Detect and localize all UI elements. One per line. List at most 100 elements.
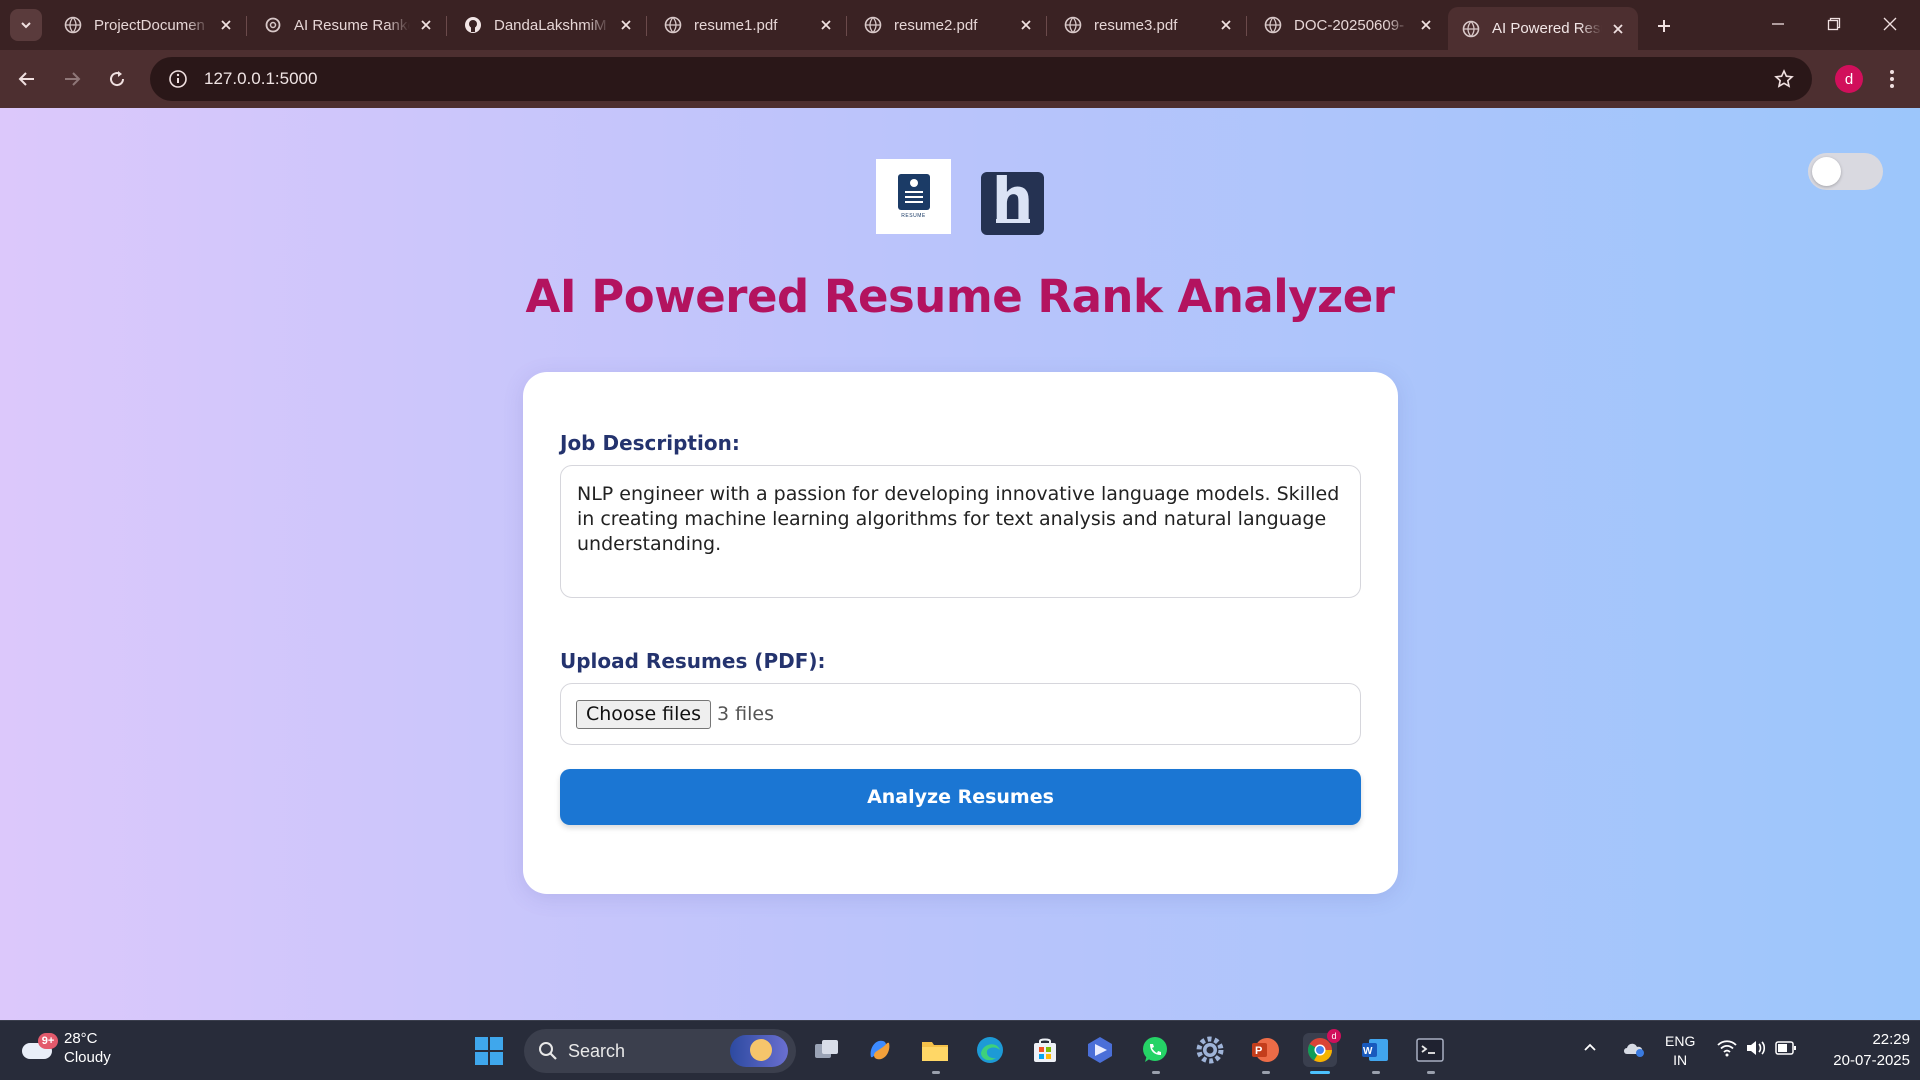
running-indicator: [932, 1071, 940, 1074]
site-info-icon[interactable]: [158, 57, 198, 101]
reload-button[interactable]: [101, 63, 133, 95]
region-code: IN: [1673, 1052, 1688, 1068]
tab-resume2[interactable]: resume2.pdf: [850, 7, 1046, 43]
globe-icon: [664, 16, 682, 34]
close-icon[interactable]: [1608, 19, 1628, 39]
running-indicator: [1372, 1071, 1380, 1074]
close-icon[interactable]: [216, 15, 236, 35]
job-description-textarea[interactable]: NLP engineer with a passion for developi…: [560, 465, 1361, 598]
chevron-down-icon: [21, 22, 31, 29]
svg-text:W: W: [1363, 1046, 1373, 1057]
theme-toggle[interactable]: [1808, 153, 1883, 190]
tab-title: resume1.pdf: [694, 16, 778, 34]
chrome-icon[interactable]: d: [1303, 1029, 1341, 1067]
whatsapp-icon[interactable]: [1138, 1033, 1172, 1067]
copilot-icon[interactable]: [863, 1033, 897, 1067]
language-indicator[interactable]: ENG IN: [1665, 1032, 1695, 1070]
choose-files-button[interactable]: Choose files: [576, 699, 712, 729]
task-view-icon[interactable]: [810, 1033, 844, 1067]
tab-project-documentation[interactable]: ProjectDocumen: [50, 7, 246, 43]
browser-menu-button[interactable]: [1880, 63, 1904, 95]
tab-github[interactable]: DandaLakshmiM: [450, 7, 646, 43]
edge-icon[interactable]: [973, 1033, 1007, 1067]
minimize-button[interactable]: [1750, 0, 1806, 48]
selected-files-status: 3 files: [717, 703, 774, 725]
terminal-icon[interactable]: [1413, 1033, 1447, 1067]
tab-title: AI Powered Resu: [1492, 20, 1602, 37]
tab-resume3[interactable]: resume3.pdf: [1050, 7, 1246, 43]
tab-search-button[interactable]: [10, 9, 42, 41]
powerpoint-icon[interactable]: P: [1248, 1033, 1282, 1067]
tab-doc[interactable]: DOC-20250609-: [1250, 7, 1446, 43]
globe-icon: [864, 16, 882, 34]
volume-icon[interactable]: [1745, 1039, 1767, 1060]
running-indicator: [1262, 1071, 1270, 1074]
wifi-icon[interactable]: [1716, 1039, 1738, 1060]
battery-icon[interactable]: [1775, 1040, 1797, 1059]
close-icon[interactable]: [416, 15, 436, 35]
tab-separator: [1046, 16, 1047, 36]
resume-file-input[interactable]: Choose files 3 files: [560, 683, 1361, 745]
running-indicator: [1152, 1071, 1160, 1074]
search-label: Search: [568, 1040, 626, 1061]
language-code: ENG: [1665, 1033, 1696, 1049]
tab-separator: [1246, 16, 1247, 36]
close-icon[interactable]: [1416, 15, 1436, 35]
globe-icon: [1064, 16, 1082, 34]
tab-ai-powered-resume-active[interactable]: AI Powered Resu: [1448, 7, 1638, 50]
close-icon: [1883, 17, 1897, 31]
url-text[interactable]: 127.0.0.1:5000: [204, 69, 317, 89]
clock-time: 22:29: [1872, 1031, 1910, 1048]
kebab-menu-icon: [1890, 70, 1894, 88]
resume-logo: RESUME: [876, 159, 951, 234]
word-icon[interactable]: W: [1358, 1033, 1392, 1067]
settings-gear-icon[interactable]: [1193, 1033, 1227, 1067]
tab-title: resume3.pdf: [1094, 16, 1178, 34]
microsoft-store-icon[interactable]: [1028, 1033, 1062, 1067]
tab-separator: [646, 16, 647, 36]
back-button[interactable]: [11, 63, 43, 95]
show-hidden-icons-chevron-up-icon[interactable]: [1582, 1039, 1598, 1058]
arrow-left-icon: [18, 72, 34, 86]
upload-resumes-label: Upload Resumes (PDF):: [560, 649, 826, 673]
close-icon[interactable]: [616, 15, 636, 35]
tab-title: ProjectDocumen: [94, 16, 205, 34]
file-explorer-icon[interactable]: [918, 1033, 952, 1067]
close-icon[interactable]: [1216, 15, 1236, 35]
search-highlight-art: [730, 1035, 788, 1067]
new-tab-button[interactable]: [1650, 12, 1678, 40]
taskbar-search[interactable]: Search: [524, 1029, 796, 1073]
tab-separator: [446, 16, 447, 36]
analyze-resumes-button[interactable]: Analyze Resumes: [560, 769, 1361, 825]
onedrive-cloud-icon[interactable]: [1622, 1038, 1646, 1061]
copilot-app-icon[interactable]: [1083, 1033, 1117, 1067]
resume-logo-caption: RESUME: [901, 213, 926, 219]
github-icon: [464, 16, 482, 34]
tab-title: DandaLakshmiM: [494, 16, 607, 34]
weather-temperature: 28°C: [64, 1030, 98, 1047]
reload-icon: [110, 71, 125, 87]
close-window-button[interactable]: [1862, 0, 1918, 48]
running-indicator: [1427, 1071, 1435, 1074]
tab-title: resume2.pdf: [894, 16, 978, 34]
browser-tabstrip: ProjectDocumen AI Resume Ranke DandaLaks…: [0, 0, 1920, 50]
restore-button[interactable]: [1806, 0, 1862, 48]
active-indicator: [1310, 1071, 1330, 1074]
tab-ai-resume-ranker[interactable]: AI Resume Ranke: [250, 7, 446, 43]
system-clock[interactable]: 22:29 20-07-2025: [1810, 1029, 1910, 1071]
weather-widget[interactable]: 9+ 28°C Cloudy: [20, 1029, 111, 1067]
address-bar[interactable]: 127.0.0.1:5000: [150, 57, 1812, 101]
forward-button[interactable]: [56, 63, 88, 95]
resume-document-icon: [897, 174, 930, 210]
job-description-label: Job Description:: [560, 431, 740, 455]
tab-resume1[interactable]: resume1.pdf: [650, 7, 846, 43]
analyzer-form-card: Job Description: NLP engineer with a pas…: [523, 372, 1398, 894]
cloud-icon: 9+: [20, 1033, 58, 1063]
windows-start-icon[interactable]: [475, 1037, 503, 1065]
close-icon[interactable]: [816, 15, 836, 35]
profile-avatar[interactable]: d: [1835, 65, 1863, 93]
close-icon[interactable]: [1016, 15, 1036, 35]
bookmark-star-icon[interactable]: [1772, 67, 1796, 91]
h-logo: h: [981, 170, 1044, 235]
tab-separator: [246, 16, 247, 36]
